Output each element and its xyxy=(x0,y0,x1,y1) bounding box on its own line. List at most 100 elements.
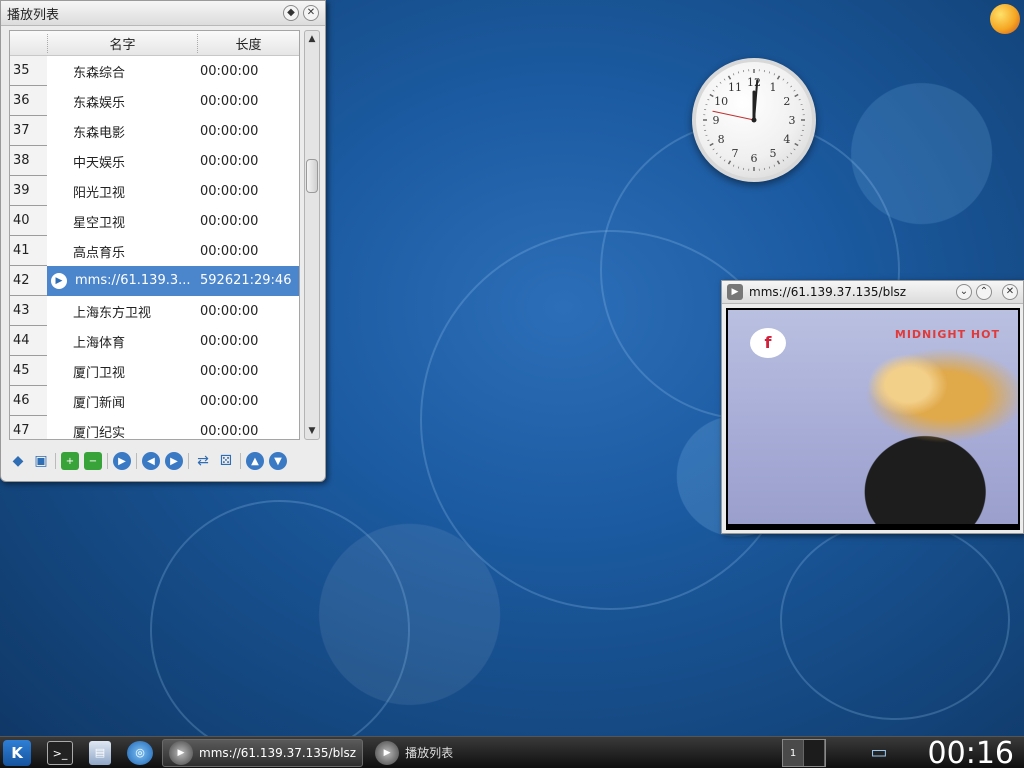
remove-icon[interactable]: − xyxy=(84,452,102,470)
file-manager-icon: ▤ xyxy=(89,740,111,765)
clock-number: 12 xyxy=(747,76,761,89)
clock-tick xyxy=(709,142,714,147)
row-name: 上海体育 xyxy=(73,335,126,351)
browser-launcher[interactable]: ◎ xyxy=(124,737,156,768)
pager-desktop-1[interactable]: 1 xyxy=(783,740,804,766)
clock-tick xyxy=(800,103,803,106)
scrollbar-thumb[interactable] xyxy=(306,159,318,193)
clock-tick xyxy=(705,103,708,106)
clock-tick xyxy=(712,148,715,151)
playlist-row[interactable]: 40 星空卫视 00:00:00 xyxy=(10,206,299,236)
playlist-row[interactable]: 38 中天娱乐 00:00:00 xyxy=(10,146,299,176)
clock-tick xyxy=(723,159,726,162)
playing-icon: ▶ xyxy=(51,273,67,289)
clock-tick xyxy=(786,156,789,159)
row-length: 00:00:00 xyxy=(200,183,259,199)
clock-tick xyxy=(776,75,781,80)
shuffle-icon[interactable]: ⚄ xyxy=(217,452,235,470)
clock-tick xyxy=(715,152,718,155)
task-label: 播放列表 xyxy=(405,746,454,760)
kmenu-button[interactable]: K xyxy=(0,737,34,768)
move-down-icon[interactable]: ▼ xyxy=(269,452,287,470)
column-name-header[interactable]: 名字 xyxy=(47,33,197,53)
video-picture: f MIDNIGHT HOT xyxy=(728,310,1018,524)
playlist-row[interactable]: 47 厦门纪实 00:00:00 xyxy=(10,416,299,440)
clock-tick xyxy=(719,81,722,84)
row-name-text: mms://61.139.3... xyxy=(75,273,191,288)
scroll-up-icon[interactable]: ▲ xyxy=(305,32,319,46)
taskbar-clock[interactable]: 00:16 xyxy=(904,737,1020,768)
row-name: 厦门卫视 xyxy=(73,365,126,381)
pager-desktop-2[interactable] xyxy=(804,740,825,766)
task-playlist[interactable]: ▶ 播放列表 xyxy=(369,739,459,767)
playlist-row[interactable]: 43 上海东方卫视 00:00:00 xyxy=(10,296,299,326)
close-button[interactable]: ✕ xyxy=(303,5,319,21)
clock-tick xyxy=(794,93,799,98)
playlist-row[interactable]: 46 厦门新闻 00:00:00 xyxy=(10,386,299,416)
video-titlebar[interactable]: ▶ mms://61.139.37.135/blsz ⌄ ⌃ ✕ xyxy=(722,281,1023,304)
row-number: 35 xyxy=(10,56,47,86)
move-up-icon[interactable]: ▲ xyxy=(246,452,264,470)
toolbar-separator xyxy=(188,453,189,469)
playlist-row[interactable]: 45 厦门卫视 00:00:00 xyxy=(10,356,299,386)
playlist-row[interactable]: 36 东森娱乐 00:00:00 xyxy=(10,86,299,116)
video-frame[interactable]: f MIDNIGHT HOT xyxy=(726,308,1020,530)
clock-tick xyxy=(782,159,785,162)
player-task-icon: ▶ xyxy=(375,740,400,765)
save-icon[interactable]: ▣ xyxy=(32,452,50,470)
file-manager-launcher[interactable]: ▤ xyxy=(84,737,116,768)
clock-tick xyxy=(727,75,732,80)
previous-icon[interactable]: ◀ xyxy=(142,452,160,470)
analog-clock[interactable]: 12 1 2 3 4 5 6 7 8 9 10 11 xyxy=(692,58,816,182)
network-monitor-icon[interactable]: ▭ xyxy=(862,740,896,766)
player-app-icon[interactable]: ▶ xyxy=(727,284,743,300)
wallpaper-ring xyxy=(150,500,410,760)
clock-number: 6 xyxy=(751,152,758,165)
toolbar-separator xyxy=(240,453,241,469)
next-icon[interactable]: ▶ xyxy=(165,452,183,470)
clock-tick xyxy=(782,78,785,81)
row-name: 厦门纪实 xyxy=(73,425,126,440)
clock-tick xyxy=(793,148,796,151)
clock-number: 11 xyxy=(728,81,742,94)
row-name: 东森娱乐 xyxy=(73,95,126,111)
playlist-row[interactable]: 44 上海体育 00:00:00 xyxy=(10,326,299,356)
playlist-titlebar[interactable]: 播放列表 ◆ ✕ xyxy=(1,1,325,26)
clear-icon[interactable]: ◆ xyxy=(9,452,27,470)
terminal-launcher[interactable]: >_ xyxy=(44,737,76,768)
clock-tick xyxy=(709,93,714,98)
repeat-icon[interactable]: ⇄ xyxy=(194,452,212,470)
row-name: 中天娱乐 xyxy=(73,155,126,171)
row-length: 00:00:00 xyxy=(200,363,259,379)
row-length: 00:00:00 xyxy=(200,63,259,79)
kde-desktop-icon[interactable] xyxy=(990,4,1020,34)
clock-tick xyxy=(712,89,715,92)
task-video[interactable]: ▶ mms://61.139.37.135/blsz xyxy=(162,738,364,767)
scroll-down-icon[interactable]: ▼ xyxy=(305,424,319,438)
row-length: 00:00:00 xyxy=(200,123,259,139)
playlist-row[interactable]: 37 东森电影 00:00:00 xyxy=(10,116,299,146)
row-number: 44 xyxy=(10,326,47,356)
playlist-rows: 35 东森综合 00:00:00 36 东森娱乐 00:00:00 37 东森电影 00:00:… xyxy=(10,56,299,440)
taskbar: K >_ ▤ ◎ ▶ mms://61.139.37.135/blsz ▶ 播放… xyxy=(0,736,1024,768)
playlist-scrollbar[interactable]: ▲ ▼ xyxy=(304,30,320,440)
maximize-button[interactable]: ⌃ xyxy=(976,284,992,300)
column-length-header[interactable]: 长度 xyxy=(197,33,299,53)
playlist-row[interactable]: 39 阳光卫视 00:00:00 xyxy=(10,176,299,206)
clock-tick xyxy=(705,134,708,137)
row-name: 厦门新闻 xyxy=(73,395,126,411)
playlist-row[interactable]: 42 ▶ mms://61.139.3... 592621:29:46 xyxy=(10,266,299,296)
add-icon[interactable]: + xyxy=(61,452,79,470)
playlist-row[interactable]: 41 高点育乐 00:00:00 xyxy=(10,236,299,266)
row-number: 40 xyxy=(10,206,47,236)
clock-number: 8 xyxy=(718,133,725,146)
playlist-header: 名字 长度 xyxy=(10,31,299,56)
play-icon[interactable]: ▶ xyxy=(113,452,131,470)
clock-number: 10 xyxy=(714,95,728,108)
minimize-button[interactable]: ⌄ xyxy=(956,284,972,300)
close-button[interactable]: ✕ xyxy=(1002,284,1018,300)
window-options-button[interactable]: ◆ xyxy=(283,5,299,21)
desktop-pager[interactable]: 1 xyxy=(782,739,826,767)
playlist-row[interactable]: 35 东森综合 00:00:00 xyxy=(10,56,299,86)
task-label: mms://61.139.37.135/blsz xyxy=(199,745,357,760)
